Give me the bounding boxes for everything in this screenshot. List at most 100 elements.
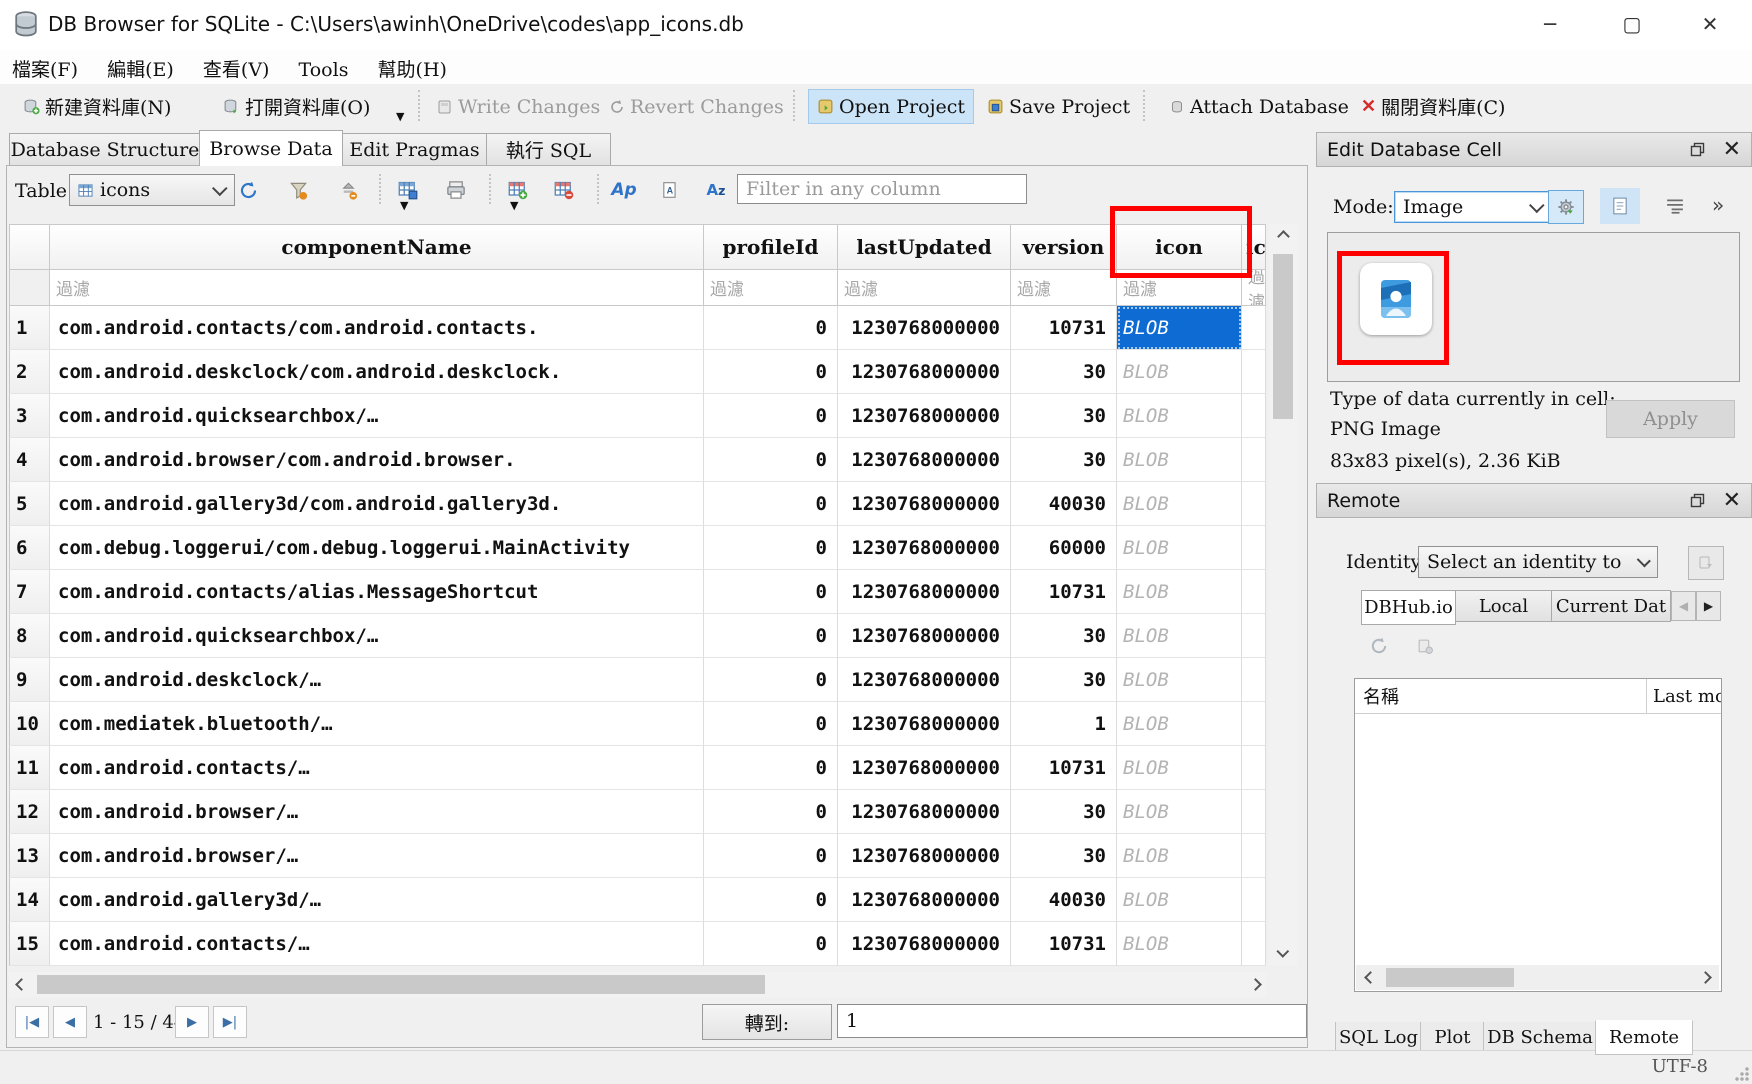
- cell-lastUpdated[interactable]: 1230768000000: [838, 306, 1011, 350]
- cell-lastUpdated[interactable]: 1230768000000: [838, 658, 1011, 702]
- cell-componentName[interactable]: com.android.contacts/…: [50, 922, 704, 966]
- cell-componentName[interactable]: com.android.quicksearchbox/…: [50, 614, 704, 658]
- row-number[interactable]: 9: [9, 658, 50, 702]
- remote-list-hscrollbar[interactable]: [1356, 965, 1719, 990]
- filter-any-column-input[interactable]: Filter in any column: [737, 174, 1027, 204]
- cell-icon-blob[interactable]: BLOB: [1117, 394, 1242, 438]
- tab-edit-pragmas[interactable]: Edit Pragmas: [341, 133, 488, 165]
- cell-componentName[interactable]: com.android.browser/…: [50, 834, 704, 878]
- scroll-up-icon[interactable]: [1271, 224, 1295, 248]
- encoding-indicator[interactable]: UTF-8: [1652, 1056, 1708, 1077]
- cell-partial[interactable]: [1242, 790, 1266, 834]
- refresh-button[interactable]: [231, 174, 265, 206]
- column-header-version[interactable]: version: [1011, 224, 1117, 270]
- dock-tab-plot[interactable]: Plot: [1420, 1022, 1485, 1053]
- table-selector[interactable]: icons: [69, 174, 235, 206]
- remote-refresh-button[interactable]: [1362, 630, 1396, 662]
- cell-icon-blob[interactable]: BLOB: [1117, 790, 1242, 834]
- cell-version[interactable]: 30: [1011, 350, 1117, 394]
- save-project-button[interactable]: Save Project: [978, 89, 1139, 124]
- row-number[interactable]: 12: [9, 790, 50, 834]
- cell-profileId[interactable]: 0: [704, 702, 838, 746]
- cell-partial[interactable]: [1242, 350, 1266, 394]
- cell-profileId[interactable]: 0: [704, 482, 838, 526]
- cell-partial[interactable]: [1242, 526, 1266, 570]
- row-number[interactable]: 6: [9, 526, 50, 570]
- cell-profileId[interactable]: 0: [704, 834, 838, 878]
- row-number[interactable]: 2: [9, 350, 50, 394]
- cell-icon-blob[interactable]: BLOB: [1117, 702, 1242, 746]
- cell-lastUpdated[interactable]: 1230768000000: [838, 438, 1011, 482]
- cell-componentName[interactable]: com.android.gallery3d/…: [50, 878, 704, 922]
- cell-icon-blob[interactable]: BLOB: [1117, 878, 1242, 922]
- cell-partial[interactable]: [1242, 658, 1266, 702]
- corner-header[interactable]: [9, 224, 50, 270]
- column-header-profileId[interactable]: profileId: [704, 224, 838, 270]
- identity-selector[interactable]: Select an identity to conne: [1418, 546, 1658, 578]
- tab-execute-sql[interactable]: 執行 SQL: [486, 133, 611, 165]
- cell-version[interactable]: 1: [1011, 702, 1117, 746]
- cell-lastUpdated[interactable]: 1230768000000: [838, 702, 1011, 746]
- column-header-lastUpdated[interactable]: lastUpdated: [838, 224, 1011, 270]
- dock-tab-db-schema[interactable]: DB Schema: [1483, 1022, 1597, 1053]
- cell-partial[interactable]: [1242, 922, 1266, 966]
- cell-icon-blob[interactable]: BLOB: [1117, 350, 1242, 394]
- cell-componentName[interactable]: com.android.contacts/com.android.contact…: [50, 306, 704, 350]
- float-panel-icon[interactable]: [1690, 142, 1705, 157]
- open-database-button[interactable]: 打開資料庫(O): [214, 89, 379, 124]
- cell-partial[interactable]: [1242, 746, 1266, 790]
- cell-profileId[interactable]: 0: [704, 394, 838, 438]
- cell-icon-blob[interactable]: BLOB: [1117, 834, 1242, 878]
- grid-horizontal-scrollbar[interactable]: [9, 972, 1267, 997]
- cell-icon-blob[interactable]: BLOB: [1117, 438, 1242, 482]
- open-database-dropdown-arrow[interactable]: ▼: [396, 110, 404, 123]
- cell-profileId[interactable]: 0: [704, 614, 838, 658]
- row-number[interactable]: 4: [9, 438, 50, 482]
- cell-version[interactable]: 30: [1011, 834, 1117, 878]
- cell-version[interactable]: 30: [1011, 394, 1117, 438]
- first-page-button[interactable]: |◀: [15, 1006, 49, 1038]
- remote-tab-dbhub[interactable]: DBHub.io: [1361, 590, 1456, 625]
- tab-scroll-left-icon[interactable]: ◀: [1671, 591, 1696, 621]
- goto-row-input[interactable]: 1: [837, 1004, 1307, 1038]
- cell-componentName[interactable]: com.debug.loggerui/com.debug.loggerui.Ma…: [50, 526, 704, 570]
- filter-componentName[interactable]: 過濾: [50, 270, 704, 306]
- new-database-button[interactable]: 新建資料庫(N): [14, 89, 180, 124]
- toolbar-overflow-icon[interactable]: »: [1712, 193, 1724, 217]
- cell-profileId[interactable]: 0: [704, 746, 838, 790]
- cell-version[interactable]: 40030: [1011, 878, 1117, 922]
- cell-icon-blob[interactable]: BLOB: [1117, 526, 1242, 570]
- clear-filters-button[interactable]: [281, 174, 315, 206]
- close-database-button[interactable]: ✕ 關閉資料庫(C): [1352, 89, 1514, 124]
- cell-lastUpdated[interactable]: 1230768000000: [838, 878, 1011, 922]
- last-page-button[interactable]: ▶|: [213, 1006, 247, 1038]
- remote-tab-local[interactable]: Local: [1454, 590, 1553, 622]
- print-rows-button[interactable]: A: [653, 174, 687, 206]
- cell-icon-blob[interactable]: BLOB: [1117, 658, 1242, 702]
- cell-componentName[interactable]: com.android.contacts/alias.MessageShortc…: [50, 570, 704, 614]
- cell-icon-blob[interactable]: BLOB: [1117, 746, 1242, 790]
- filter-lastUpdated[interactable]: 過濾: [838, 270, 1011, 306]
- cell-partial[interactable]: [1242, 878, 1266, 922]
- cell-version[interactable]: 10731: [1011, 570, 1117, 614]
- cell-profileId[interactable]: 0: [704, 570, 838, 614]
- cell-partial[interactable]: [1242, 834, 1266, 878]
- cell-componentName[interactable]: com.android.deskclock/…: [50, 658, 704, 702]
- menu-edit[interactable]: 編輯(E): [95, 50, 186, 87]
- import-data-button[interactable]: [1548, 190, 1584, 224]
- row-number[interactable]: 11: [9, 746, 50, 790]
- remote-tab-current-database[interactable]: Current Dat: [1551, 590, 1671, 622]
- maximize-button[interactable]: ▢: [1610, 6, 1654, 42]
- cell-lastUpdated[interactable]: 1230768000000: [838, 614, 1011, 658]
- menu-file[interactable]: 檔案(F): [0, 50, 90, 87]
- menu-tools[interactable]: Tools: [287, 54, 361, 86]
- cell-componentName[interactable]: com.android.deskclock/com.android.deskcl…: [50, 350, 704, 394]
- cell-partial[interactable]: [1242, 306, 1266, 350]
- float-remote-icon[interactable]: [1690, 493, 1705, 508]
- scroll-left-icon[interactable]: [9, 972, 33, 996]
- cell-icon-blob[interactable]: BLOB: [1117, 482, 1242, 526]
- resize-grip-icon[interactable]: [1735, 1067, 1749, 1081]
- tab-browse-data[interactable]: Browse Data: [199, 130, 343, 166]
- grid-vertical-scrollbar[interactable]: [1269, 224, 1297, 965]
- cell-componentName[interactable]: com.android.quicksearchbox/…: [50, 394, 704, 438]
